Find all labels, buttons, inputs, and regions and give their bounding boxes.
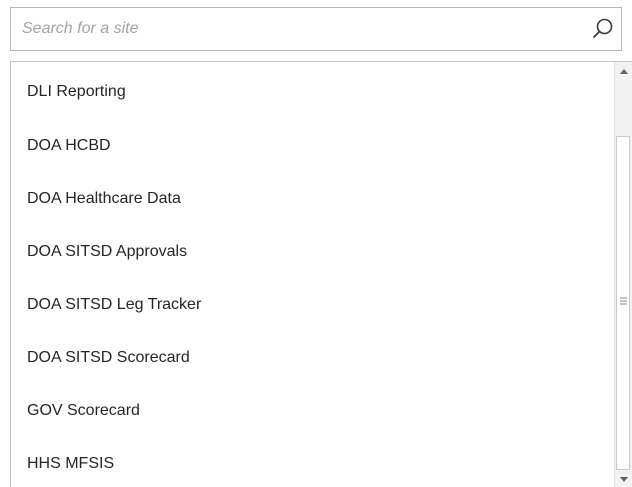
- site-list: DLI Reporting DOA HCBD DOA Healthcare Da…: [11, 62, 614, 487]
- scroll-up-arrow-icon[interactable]: [615, 62, 632, 80]
- search-input[interactable]: [11, 8, 581, 50]
- grip-lines-icon: [620, 297, 627, 305]
- list-item[interactable]: GOV Scorecard: [11, 384, 614, 438]
- list-item[interactable]: DOA Healthcare Data: [11, 172, 614, 226]
- list-item[interactable]: DOA SITSD Approvals: [11, 225, 614, 279]
- site-picker: DLI Reporting DOA HCBD DOA Healthcare Da…: [0, 0, 632, 487]
- search-icon[interactable]: [591, 17, 615, 41]
- scroll-thumb[interactable]: [616, 136, 630, 470]
- search-box: [10, 7, 622, 51]
- scroll-down-arrow-icon[interactable]: [615, 470, 632, 487]
- vertical-scrollbar[interactable]: [614, 62, 632, 487]
- list-item[interactable]: DOA SITSD Leg Tracker: [11, 278, 614, 332]
- list-item[interactable]: DOA SITSD Scorecard: [11, 331, 614, 385]
- list-item[interactable]: HHS MFSIS: [11, 437, 614, 487]
- list-item[interactable]: DLI Reporting: [11, 65, 614, 119]
- site-list-panel: DLI Reporting DOA HCBD DOA Healthcare Da…: [10, 61, 632, 487]
- list-item[interactable]: DOA HCBD: [11, 119, 614, 173]
